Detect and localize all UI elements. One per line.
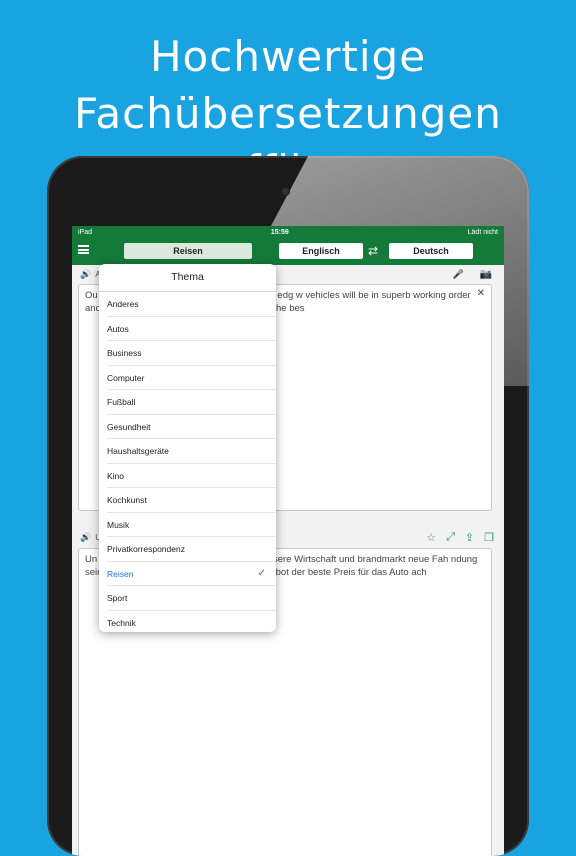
- microphone-icon[interactable]: 🎤: [453, 269, 464, 280]
- hamburger-menu-icon[interactable]: [78, 245, 89, 254]
- speaker-icon[interactable]: 🔊: [80, 269, 91, 280]
- topic-item-kochkunst[interactable]: Kochkunst: [107, 488, 276, 513]
- headline-line-1: Hochwertige: [149, 32, 427, 81]
- topic-dropdown: Thema Anderes Autos Business Computer Fußbal…: [99, 264, 276, 632]
- topic-item-label: Fußball: [107, 397, 136, 407]
- fullscreen-icon[interactable]: ⤢: [446, 531, 455, 544]
- topic-button[interactable]: Reisen: [124, 243, 252, 259]
- speaker-icon[interactable]: 🔊: [80, 532, 91, 543]
- topic-item-label: Sport: [107, 593, 128, 603]
- topic-item-kino[interactable]: Kino: [107, 464, 276, 488]
- device-name: iPad: [78, 228, 93, 236]
- topic-item-label: Business: [107, 348, 142, 358]
- share-icon[interactable]: ⇪: [465, 531, 474, 544]
- nav-bar: Reisen Englisch ⇄ Deutsch: [72, 238, 504, 265]
- topic-item-computer[interactable]: Computer: [107, 366, 276, 390]
- topic-list: Anderes Autos Business Computer Fußball Gesun…: [99, 292, 276, 632]
- topic-item-autos[interactable]: Autos: [107, 317, 276, 341]
- topic-item-business[interactable]: Business: [107, 341, 276, 366]
- topic-item-musik[interactable]: Musik: [107, 513, 276, 537]
- topic-item-label: Anderes: [107, 299, 139, 309]
- checkmark-icon: ✓: [257, 567, 266, 579]
- camera-icon: [281, 187, 290, 196]
- status-time: 15:59: [270, 228, 289, 236]
- topic-item-label: Kino: [107, 470, 125, 481]
- topic-item-label: Kochkunst: [107, 495, 147, 505]
- topic-item-label: Reisen: [107, 568, 134, 579]
- target-toolbar: ☆ ⤢ ⇪ ❐: [426, 531, 494, 544]
- topic-item-label: Autos: [107, 323, 129, 334]
- topic-item-label: Musik: [107, 519, 130, 530]
- topic-item-label: Technik: [107, 617, 136, 628]
- topic-item-anderes[interactable]: Anderes: [107, 292, 276, 317]
- battery-status: Lädt nicht: [467, 228, 498, 236]
- camera-capture-icon[interactable]: 📷: [480, 269, 492, 280]
- topic-item-haushaltsgeräte[interactable]: Haushaltsgeräte: [107, 439, 276, 464]
- target-language-button[interactable]: Deutsch: [389, 243, 473, 259]
- topic-item-label: Privatkorrespondenz: [107, 544, 185, 554]
- clear-text-icon[interactable]: ✕: [477, 287, 485, 300]
- status-bar: iPad 15:59 Lädt nicht: [72, 226, 504, 238]
- star-icon[interactable]: ☆: [426, 531, 436, 544]
- topic-item-gesundheit[interactable]: Gesundheit: [107, 415, 276, 439]
- tablet-frame: iPad 15:59 Lädt nicht Reisen Englisch ⇄ …: [47, 156, 529, 856]
- topic-item-label: Computer: [107, 372, 145, 383]
- app-screen: iPad 15:59 Lädt nicht Reisen Englisch ⇄ …: [72, 226, 504, 856]
- topic-item-sport[interactable]: Sport: [107, 586, 276, 611]
- topic-item-reisen[interactable]: Reisen ✓: [107, 562, 276, 586]
- topic-item-label: Gesundheit: [107, 421, 151, 432]
- dropdown-title: Thema: [99, 264, 276, 292]
- source-language-button[interactable]: Englisch: [279, 243, 363, 259]
- topic-item-privatkorrespondenz[interactable]: Privatkorrespondenz: [107, 537, 276, 562]
- topic-item-label: Haushaltsgeräte: [107, 446, 169, 456]
- topic-item-fußball[interactable]: Fußball: [107, 390, 276, 415]
- swap-languages-icon[interactable]: ⇄: [368, 244, 378, 258]
- topic-item-technik[interactable]: Technik: [107, 611, 276, 633]
- copy-icon[interactable]: ❐: [484, 531, 494, 544]
